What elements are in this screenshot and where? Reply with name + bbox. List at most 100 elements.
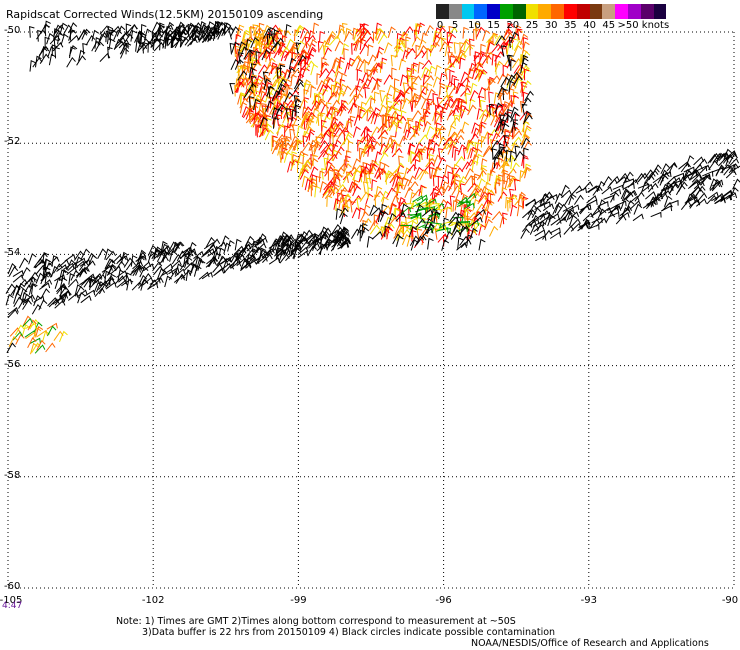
legend-labels: 0 5 10 15 20 25 30 35 40 45 >50 knots <box>436 19 669 31</box>
wind-barb <box>510 59 516 71</box>
wind-barb <box>339 56 346 69</box>
wind-barb <box>510 204 518 217</box>
wind-barb <box>633 203 643 215</box>
legend-label: >50 knots <box>617 20 670 31</box>
wind-barb <box>317 40 324 53</box>
wind-barb <box>352 126 361 138</box>
latitude-label: -50 <box>4 25 21 36</box>
legend-color-bar <box>436 4 667 19</box>
wind-barb <box>457 144 467 156</box>
wind-barb <box>418 134 429 145</box>
wind-barb <box>439 72 447 85</box>
latitude-label: -58 <box>4 469 21 481</box>
wind-barb <box>425 100 436 111</box>
legend-swatch <box>576 4 590 19</box>
wind-barb <box>18 257 29 269</box>
wind-barb <box>424 24 434 36</box>
wind-barb <box>283 123 294 134</box>
wind-barb <box>323 42 331 54</box>
wind-barb <box>387 26 396 38</box>
wind-barb <box>459 57 466 70</box>
legend-label: 40 <box>583 20 597 31</box>
wind-barb <box>227 239 235 252</box>
wind-barb <box>60 33 69 46</box>
legend-swatch <box>551 4 564 19</box>
wind-barb <box>453 41 460 54</box>
wind-barb <box>351 43 357 55</box>
wind-barb <box>478 238 486 251</box>
wind-barb <box>12 331 24 341</box>
wind-barb <box>76 55 86 66</box>
legend-swatch <box>602 4 616 19</box>
legend-swatch <box>653 4 667 19</box>
wind-barb <box>534 229 546 237</box>
wind-barb <box>437 157 447 169</box>
wind-barb <box>128 24 138 36</box>
wind-barb <box>442 181 450 193</box>
wind-barb <box>345 150 352 162</box>
wind-barb <box>364 86 370 99</box>
wind-barb <box>125 42 132 55</box>
wind-barb <box>29 59 36 72</box>
wind-barb <box>7 262 17 275</box>
wind-barb <box>332 150 342 162</box>
wind-barb <box>394 162 405 174</box>
wind-barb <box>347 57 355 70</box>
wind-barb <box>31 303 42 315</box>
latitude-label: -56 <box>4 358 21 370</box>
wind-barb <box>439 82 446 95</box>
wind-barb <box>438 85 446 98</box>
wind-barb <box>393 78 400 91</box>
legend-swatch <box>512 4 526 19</box>
longitude-label: -96 <box>435 595 452 606</box>
wind-barb <box>414 158 421 171</box>
wind-barb <box>105 250 117 261</box>
wind-barb <box>221 25 231 37</box>
wind-barb <box>238 24 245 37</box>
wind-barb <box>499 92 505 105</box>
wind-barb <box>366 177 372 190</box>
wind-barb <box>403 26 414 37</box>
wind-barb <box>143 28 152 41</box>
wind-barb <box>48 53 57 66</box>
wind-barb <box>582 212 594 222</box>
wind-barb <box>296 125 304 137</box>
wind-barb <box>268 257 281 265</box>
wind-barb <box>305 83 315 95</box>
wind-barb <box>426 88 436 100</box>
wind-barb <box>478 95 485 108</box>
wind-barb <box>398 135 408 147</box>
wind-barb <box>38 299 48 311</box>
wind-barb <box>297 250 309 259</box>
legend-swatch <box>538 4 552 19</box>
speed-legend: 0 5 10 15 20 25 30 35 40 45 >50 knots <box>436 4 669 31</box>
wind-barb <box>430 41 440 53</box>
wind-barb <box>391 67 397 80</box>
legend-label: 0 <box>436 20 444 31</box>
wind-barb <box>434 64 442 77</box>
wind-barb <box>607 178 618 189</box>
wind-barb <box>632 213 644 222</box>
legend-swatch <box>499 4 513 19</box>
wind-barb <box>373 112 382 125</box>
wind-barb <box>319 30 325 43</box>
wind-barb <box>454 155 465 166</box>
wind-barb <box>491 43 502 54</box>
wind-barbs <box>5 20 740 355</box>
wind-barb <box>164 275 172 288</box>
wind-barb <box>586 199 598 206</box>
wind-barb <box>474 51 481 63</box>
wind-barb <box>371 82 381 94</box>
wind-barb <box>36 329 48 338</box>
legend-swatch <box>487 4 500 19</box>
wind-barb <box>444 230 454 243</box>
wind-barb <box>340 72 347 85</box>
longitude-label: -99 <box>290 595 307 606</box>
wind-barb <box>429 44 437 57</box>
wind-barb <box>660 163 670 175</box>
wind-barb <box>352 158 361 170</box>
wind-barb <box>675 184 686 196</box>
wind-barb <box>588 223 600 230</box>
wind-barb <box>488 91 494 103</box>
wind-barb <box>107 46 113 59</box>
